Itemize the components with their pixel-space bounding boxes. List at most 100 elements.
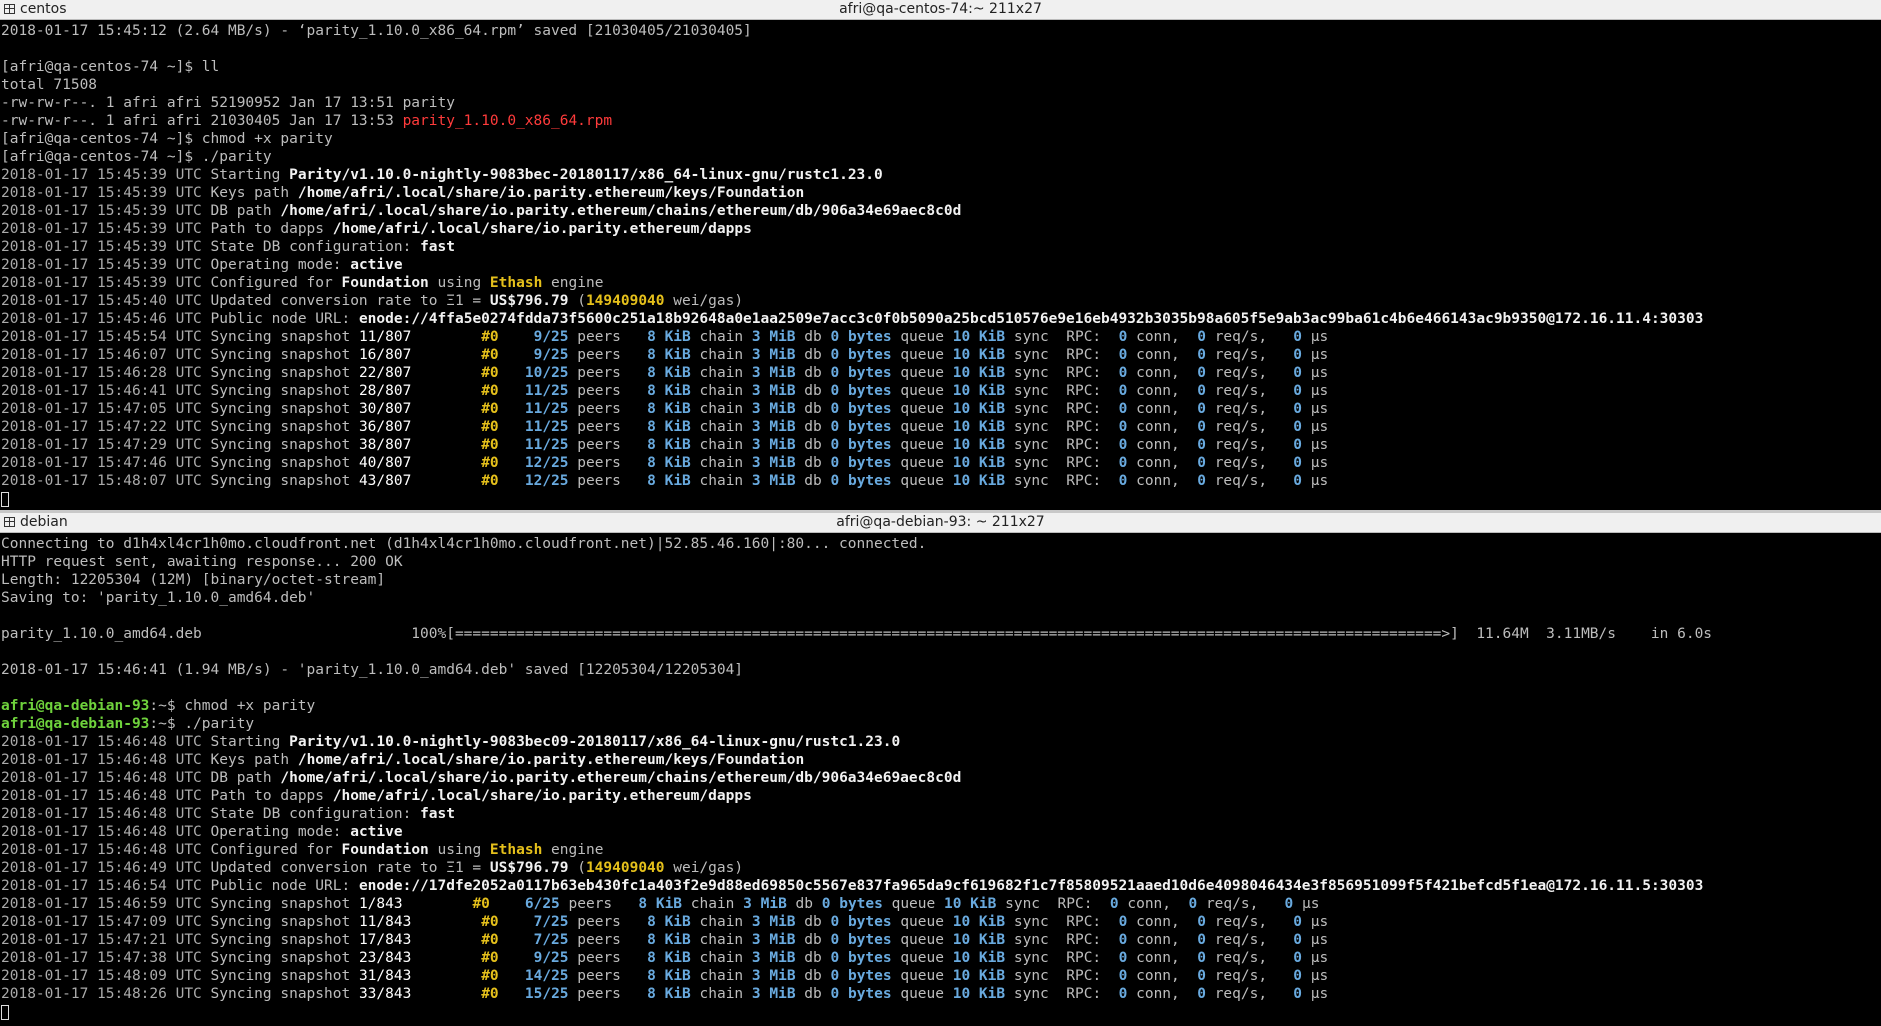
rpc-latency: 0 — [1293, 473, 1303, 489]
log-line: 2018-01-17 15:46:49 UTC Updated conversi… — [1, 859, 1881, 877]
log-timestamp: 2018-01-17 15:47:09 UTC — [1, 914, 202, 930]
queue-label: queue — [900, 968, 944, 984]
terminal-cursor — [1, 1004, 9, 1020]
snapshot-progress: 31/843 — [358, 968, 412, 984]
log-timestamp: 2018-01-17 15:48:09 UTC — [1, 968, 202, 984]
sync-line: 2018-01-17 15:45:54 UTC Syncing snapshot… — [1, 328, 1881, 346]
slash: / — [542, 968, 552, 984]
queue-size: 0 bytes — [830, 365, 892, 381]
chain-size: 8 KiB — [647, 383, 691, 399]
queue-label: queue — [900, 383, 944, 399]
log-label: State DB configuration: — [210, 239, 412, 255]
sync-size: 10 KiB — [952, 347, 1006, 363]
chain-label: chain — [699, 950, 744, 966]
rpc-latency-unit: µs — [1310, 383, 1329, 399]
log-timestamp: 2018-01-17 15:45:39 UTC — [1, 221, 202, 237]
terminal-output[interactable]: Connecting to d1h4xl4cr1h0mo.cloudfront.… — [0, 533, 1881, 1021]
rpc-req-label: req/s, — [1205, 896, 1259, 912]
snapshot-progress: 16/807 — [358, 347, 412, 363]
enode-url: enode://17dfe2052a0117b63eb430fc1a403f2e… — [358, 878, 1704, 894]
db-label: db — [804, 347, 822, 363]
log-timestamp: 2018-01-17 15:47:22 UTC — [1, 419, 202, 435]
slash: / — [542, 401, 552, 417]
sync-label: Syncing snapshot — [210, 419, 351, 435]
log-value: /home/afri/.local/share/io.parity.ethere… — [280, 770, 962, 786]
titlebar-centos[interactable]: centos afri@qa-centos-74:~ 211x27 — [0, 0, 1881, 20]
queue-size: 0 bytes — [830, 329, 892, 345]
log-label: wei/gas) — [673, 860, 744, 876]
sync-size: 10 KiB — [952, 419, 1006, 435]
peer-count: 14 — [524, 968, 543, 984]
terminal-pane-centos[interactable]: centos afri@qa-centos-74:~ 211x27 2018-0… — [0, 0, 1881, 512]
queue-size: 0 bytes — [830, 932, 892, 948]
sync-line: 2018-01-17 15:47:09 UTC Syncing snapshot… — [1, 913, 1881, 931]
rpc-conn-label: conn, — [1136, 401, 1180, 417]
log-timestamp: 2018-01-17 15:46:48 UTC — [1, 788, 202, 804]
rpc-label: RPC: — [1066, 419, 1102, 435]
slash: / — [542, 932, 552, 948]
rpc-label: RPC: — [1066, 932, 1102, 948]
rpc-latency-unit: µs — [1310, 401, 1329, 417]
log-value: /home/afri/.local/share/io.parity.ethere… — [332, 788, 752, 804]
chain-label: chain — [699, 365, 744, 381]
rpc-req-label: req/s, — [1214, 329, 1268, 345]
engine-name: Ethash — [489, 275, 543, 291]
db-size: 3 MiB — [751, 383, 796, 399]
rpc-latency: 0 — [1293, 914, 1303, 930]
log-label: Starting — [210, 167, 281, 183]
peers-label: peers — [577, 950, 621, 966]
sync-word: sync — [1013, 401, 1049, 417]
db-size: 3 MiB — [751, 914, 796, 930]
peer-total: 25 — [551, 437, 569, 453]
terminal-output[interactable]: 2018-01-17 15:45:12 (2.64 MB/s) - ‘parit… — [0, 20, 1881, 508]
sync-label: Syncing snapshot — [210, 968, 351, 984]
queue-label: queue — [900, 473, 944, 489]
rpc-req-label: req/s, — [1214, 473, 1268, 489]
db-size: 3 MiB — [751, 968, 796, 984]
sync-word: sync — [1013, 473, 1049, 489]
rpc-label: RPC: — [1057, 896, 1093, 912]
db-label: db — [804, 419, 822, 435]
rpc-conn-label: conn, — [1136, 419, 1180, 435]
log-line: 2018-01-17 15:45:39 UTC Configured for F… — [1, 274, 1881, 292]
rpc-latency: 0 — [1293, 437, 1303, 453]
rpc-latency: 0 — [1293, 419, 1303, 435]
rpc-req-label: req/s, — [1214, 365, 1268, 381]
chain-size: 8 KiB — [647, 473, 691, 489]
rpc-latency: 0 — [1293, 968, 1303, 984]
progress-line: parity_1.10.0_amd64.deb 100%[===========… — [1, 626, 1713, 642]
rpc-req-count: 0 — [1197, 401, 1206, 417]
rpc-latency-unit: µs — [1310, 455, 1329, 471]
db-label: db — [804, 383, 822, 399]
queue-label: queue — [900, 401, 944, 417]
sync-label: Syncing snapshot — [210, 347, 351, 363]
db-size: 3 MiB — [751, 455, 796, 471]
db-label: db — [804, 365, 822, 381]
chain-size: 8 KiB — [638, 896, 683, 912]
sync-line: 2018-01-17 15:48:09 UTC Syncing snapshot… — [1, 967, 1881, 985]
snapshot-progress: 33/843 — [358, 986, 412, 1002]
sync-word: sync — [1013, 419, 1049, 435]
queue-size: 0 bytes — [830, 383, 892, 399]
terminal-pane-debian[interactable]: debian afri@qa-debian-93: ~ 211x27 Conne… — [0, 513, 1881, 1026]
titlebar-debian[interactable]: debian afri@qa-debian-93: ~ 211x27 — [0, 513, 1881, 533]
sync-size: 10 KiB — [943, 896, 997, 912]
queue-label: queue — [900, 419, 944, 435]
queue-size: 0 bytes — [830, 419, 892, 435]
output-line: [afri@qa-centos-74 ~]$ chmod +x parity — [1, 131, 333, 147]
terminal-cursor — [1, 491, 9, 507]
rpc-conn-label: conn, — [1136, 437, 1180, 453]
block-number: #0 — [481, 950, 499, 966]
peer-count: 7 — [533, 932, 543, 948]
db-label: db — [804, 455, 822, 471]
